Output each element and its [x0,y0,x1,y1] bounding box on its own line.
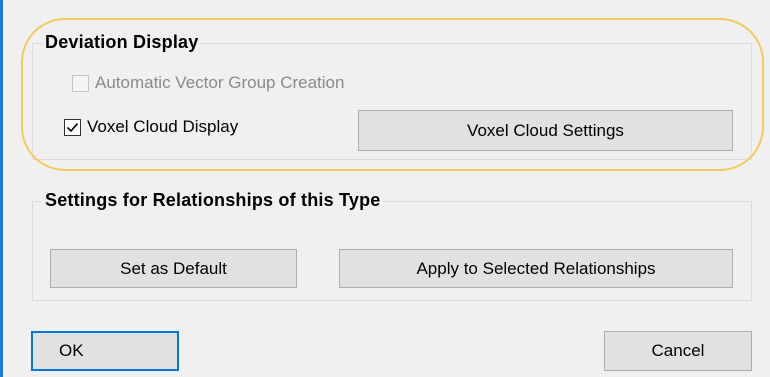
voxel-cloud-display-label: Voxel Cloud Display [87,117,239,136]
checkmark-icon [66,122,79,132]
set-as-default-button[interactable]: Set as Default [50,249,297,288]
auto-vector-group-checkbox[interactable] [72,74,89,92]
dialog: Deviation Display Automatic Vector Group… [0,0,770,377]
deviation-display-title: Deviation Display [43,32,201,53]
voxel-cloud-display-checkbox[interactable] [64,118,81,136]
cancel-button[interactable]: Cancel [604,331,752,371]
window-edge [0,0,3,377]
relationship-settings-title: Settings for Relationships of this Type [43,190,383,211]
ok-button[interactable]: OK [31,331,179,371]
auto-vector-group-label: Automatic Vector Group Creation [95,73,345,92]
voxel-cloud-settings-button[interactable]: Voxel Cloud Settings [358,110,733,151]
apply-to-selected-button[interactable]: Apply to Selected Relationships [339,249,733,288]
auto-vector-group-checkbox-row[interactable]: Automatic Vector Group Creation [72,73,344,93]
voxel-cloud-display-checkbox-row[interactable]: Voxel Cloud Display [64,117,238,137]
